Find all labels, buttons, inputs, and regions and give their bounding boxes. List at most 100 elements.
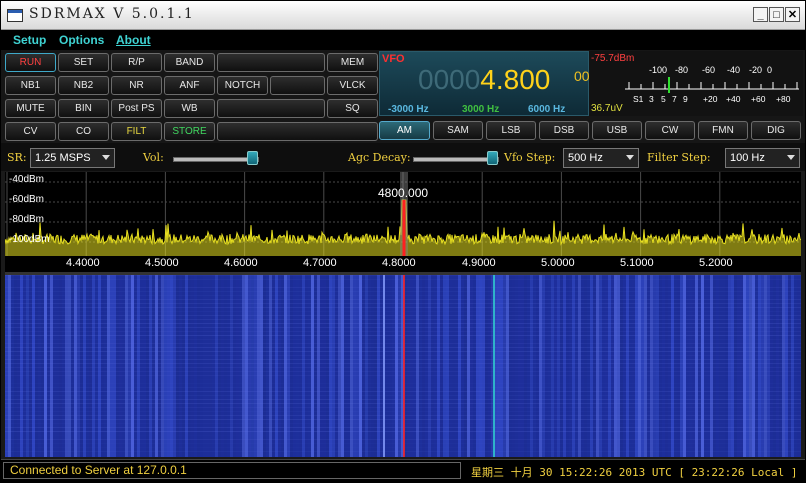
row3-blank-button[interactable] [217,99,325,118]
notch-button[interactable]: NOTCH [217,76,268,95]
waterfall-column [503,275,506,457]
nr-button[interactable]: NR [111,76,162,95]
waterfall-column [719,275,722,457]
waterfall-column [80,275,83,457]
sq-button[interactable]: SQ [327,99,378,118]
vlck-button[interactable]: VLCK [327,76,378,95]
waterfall-column [209,275,212,457]
row2-blank-button[interactable] [270,76,325,95]
waterfall-column [716,275,719,457]
waterfall-column [419,275,422,457]
close-button[interactable]: ✕ [785,7,800,22]
mem-button[interactable]: MEM [327,53,378,72]
waterfall-column [155,275,158,457]
waterfall-column [713,275,716,457]
mute-button[interactable]: MUTE [5,99,56,118]
freq-tick-label: 4.5000 [145,257,179,269]
band-button[interactable]: BAND [164,53,215,72]
vfo-step-value: 500 Hz [568,152,603,164]
menu-options[interactable]: Options [59,33,104,47]
mode-lsb-button[interactable]: LSB [486,121,536,140]
waterfall-column [671,275,674,457]
co-button[interactable]: CO [58,122,109,141]
freq-tick-label: 4.6000 [224,257,258,269]
waterfall-column [584,275,587,457]
volume-slider-track[interactable] [173,157,259,162]
menu-bar: Setup Options About [1,30,805,50]
waterfall-column [761,275,764,457]
waterfall-column [350,275,353,457]
set-button[interactable]: SET [58,53,109,72]
mode-dsb-button[interactable]: DSB [539,121,589,140]
cv-button[interactable]: CV [5,122,56,141]
waterfall-column [797,275,800,457]
waterfall-column [176,275,179,457]
waterfall-column [692,275,695,457]
waterfall-column [683,275,686,457]
waterfall-display[interactable] [5,275,801,457]
waterfall-column [662,275,665,457]
waterfall-column [446,275,449,457]
waterfall-column [518,275,521,457]
waterfall-column [305,275,308,457]
smeter-bottom-tick: +40 [726,94,741,104]
waterfall-column [737,275,740,457]
bin-button[interactable]: BIN [58,99,109,118]
waterfall-column [464,275,467,457]
waterfall-column [800,275,801,457]
filter-step-dropdown[interactable]: 100 Hz [725,148,800,168]
waterfall-column [653,275,656,457]
waterfall-column [158,275,161,457]
sample-rate-dropdown[interactable]: 1.25 MSPS [30,148,115,168]
waterfall-column [413,275,416,457]
waterfall-column [386,275,389,457]
vfo-display[interactable]: VFO 00004.800 000.0 -3000 Hz 3000 Hz 600… [379,51,609,116]
minimize-button[interactable]: _ [753,7,768,22]
run-button[interactable]: RUN [5,53,56,72]
wb-button[interactable]: WB [164,99,215,118]
mode-dig-button[interactable]: DIG [751,121,801,140]
mode-cw-button[interactable]: CW [645,121,695,140]
bandwidth-mid: 3000 Hz [462,104,500,115]
agc-decay-slider-track[interactable] [413,157,499,162]
waterfall-column [266,275,269,457]
menu-setup[interactable]: Setup [13,33,46,47]
waterfall-column [281,275,284,457]
agc-decay-slider-thumb[interactable] [487,151,499,165]
vfo-step-dropdown[interactable]: 500 Hz [563,148,639,168]
waterfall-column [68,275,71,457]
filt-button[interactable]: FILT [111,122,162,141]
waterfall-column [128,275,131,457]
waterfall-column [659,275,662,457]
waterfall-column [221,275,224,457]
title-bar[interactable]: SDRMAX V 5.0.1.1 _ □ ✕ [1,1,805,30]
post-ps-button[interactable]: Post PS [111,99,162,118]
vfo-frequency[interactable]: 00004.800 [418,64,550,96]
smeter-bottom-tick: 5 [661,94,666,104]
waterfall-column [239,275,242,457]
marker-frequency-label: 4800.000 [378,186,429,200]
mode-am-button[interactable]: AM [379,121,430,140]
db-label: -80dBm [9,214,45,225]
spectrum-display[interactable]: -40dBm -60dBm -80dBm -100dBm 4800.000 [5,172,801,256]
waterfall-column [743,275,746,457]
waterfall-carrier-line [493,275,495,457]
mode-sam-button[interactable]: SAM [433,121,483,140]
waterfall-column [17,275,20,457]
waterfall-column [11,275,14,457]
row1-blank-button[interactable] [217,53,325,72]
waterfall-column [131,275,134,457]
anf-button[interactable]: ANF [164,76,215,95]
mode-fmn-button[interactable]: FMN [698,121,748,140]
nb1-button[interactable]: NB1 [5,76,56,95]
volume-slider-thumb[interactable] [247,151,259,165]
store-button[interactable]: STORE [164,122,215,141]
maximize-button[interactable]: □ [769,7,784,22]
nb2-button[interactable]: NB2 [58,76,109,95]
row4-blank-button[interactable] [217,122,378,141]
rp-button[interactable]: R/P [111,53,162,72]
freq-tick-label: 5.1000 [620,257,654,269]
mode-usb-button[interactable]: USB [592,121,642,140]
waterfall-column [125,275,128,457]
menu-about[interactable]: About [116,33,151,47]
